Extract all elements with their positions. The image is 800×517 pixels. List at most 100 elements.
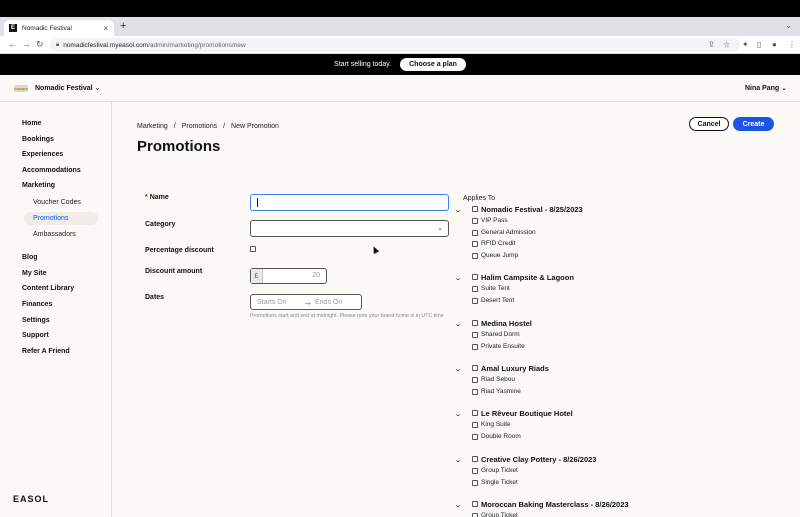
option-label: Queue Jump bbox=[481, 251, 519, 259]
option-label: Riad Yasmine bbox=[481, 387, 521, 395]
option-checkbox[interactable] bbox=[472, 241, 478, 247]
breadcrumb-marketing[interactable]: Marketing bbox=[137, 123, 168, 130]
expand-chevron-icon[interactable]: ⌄ bbox=[454, 501, 462, 509]
group-checkbox[interactable] bbox=[472, 456, 478, 462]
group-name: Moroccan Baking Masterclass - 8/26/2023 bbox=[481, 500, 629, 509]
extensions-icon[interactable]: ✦ bbox=[742, 40, 749, 49]
option-checkbox[interactable] bbox=[472, 252, 478, 259]
sidebar-item-finances[interactable]: Finances bbox=[22, 301, 52, 308]
group-checkbox[interactable] bbox=[472, 320, 478, 326]
side-panel-icon[interactable]: ▯ bbox=[757, 40, 761, 49]
brand-name: Nomadic Festival bbox=[35, 85, 93, 92]
breadcrumb-separator: / bbox=[223, 123, 226, 130]
category-select[interactable]: ⌄ bbox=[250, 220, 449, 237]
expand-chevron-icon[interactable]: ⌄ bbox=[454, 274, 462, 282]
option-checkbox[interactable] bbox=[472, 468, 478, 474]
profile-icon[interactable]: ● bbox=[772, 40, 777, 49]
expand-chevron-icon[interactable]: ⌄ bbox=[454, 365, 462, 373]
sidebar bbox=[0, 102, 112, 517]
expand-chevron-icon[interactable]: ⌄ bbox=[454, 456, 462, 464]
starts-on-input[interactable]: Starts On bbox=[257, 299, 287, 306]
discount-amount-input[interactable]: £ 20 bbox=[250, 268, 327, 284]
option-label: RFID Credit bbox=[481, 240, 516, 247]
expand-chevron-icon[interactable]: ⌄ bbox=[454, 206, 462, 214]
sidebar-item-support[interactable]: Support bbox=[22, 332, 49, 339]
easol-logo: EASOL bbox=[13, 494, 50, 504]
option-checkbox[interactable] bbox=[472, 513, 478, 517]
promo-text: Start selling today. bbox=[334, 61, 392, 68]
group-checkbox[interactable] bbox=[472, 365, 478, 371]
choose-plan-button[interactable]: Choose a plan bbox=[400, 58, 466, 71]
group-name: Halim Campsite & Lagoon bbox=[481, 273, 574, 282]
forward-icon[interactable]: → bbox=[22, 39, 31, 49]
option-checkbox[interactable] bbox=[472, 422, 478, 428]
group-name: Amal Luxury Riads bbox=[481, 364, 549, 373]
option-checkbox[interactable] bbox=[472, 332, 478, 338]
option-checkbox[interactable] bbox=[472, 479, 478, 486]
bookmark-star-icon[interactable]: ☆ bbox=[723, 40, 730, 49]
sidebar-item-accommodations[interactable]: Accommodations bbox=[22, 167, 81, 174]
url-input[interactable]: 🔒︎ nomadicfestival.myeasol.com/admin/mar… bbox=[50, 38, 740, 52]
brand-logo: NOMADIC bbox=[13, 85, 29, 92]
browser-tab[interactable]: E Nomadic Festival × bbox=[4, 20, 114, 36]
new-tab-icon[interactable]: + bbox=[120, 20, 126, 32]
sidebar-item-my-site[interactable]: My Site bbox=[22, 270, 47, 277]
sidebar-item-promotions[interactable]: Promotions bbox=[33, 215, 68, 222]
tab-search-icon[interactable]: ⌄ bbox=[785, 21, 792, 30]
reload-icon[interactable]: ↻ bbox=[36, 39, 44, 50]
mouse-cursor-icon bbox=[370, 245, 380, 254]
sidebar-item-bookings[interactable]: Bookings bbox=[22, 136, 54, 143]
group-checkbox[interactable] bbox=[472, 274, 478, 280]
close-tab-icon[interactable]: × bbox=[103, 24, 108, 33]
browser-menu-icon[interactable]: ⋮ bbox=[788, 40, 796, 49]
sidebar-item-experiences[interactable]: Experiences bbox=[22, 151, 63, 158]
address-bar: ← → ↻ 🔒︎ nomadicfestival.myeasol.com/adm… bbox=[0, 36, 800, 54]
option-checkbox[interactable] bbox=[472, 218, 478, 224]
brand-switcher[interactable]: Nomadic Festival ⌄ bbox=[35, 84, 100, 92]
applies-to-title: Applies To bbox=[463, 195, 496, 202]
expand-chevron-icon[interactable]: ⌄ bbox=[454, 320, 462, 328]
back-icon[interactable]: ← bbox=[8, 39, 17, 49]
option-checkbox[interactable] bbox=[472, 229, 478, 236]
option-checkbox[interactable] bbox=[472, 377, 478, 383]
option-label: Group Ticket bbox=[481, 467, 518, 474]
option-checkbox[interactable] bbox=[472, 297, 478, 304]
option-checkbox[interactable] bbox=[472, 388, 478, 395]
group-checkbox[interactable] bbox=[472, 410, 478, 416]
share-icon[interactable]: ⇪ bbox=[708, 40, 715, 49]
option-label: Double Room bbox=[481, 432, 521, 440]
percentage-checkbox[interactable] bbox=[250, 246, 256, 252]
url-path: /admin/marketing/promotions/new bbox=[148, 41, 246, 49]
sidebar-item-settings[interactable]: Settings bbox=[22, 317, 50, 324]
breadcrumb-promotions[interactable]: Promotions bbox=[182, 123, 217, 130]
sidebar-item-marketing[interactable]: Marketing bbox=[22, 182, 55, 189]
group-name: Creative Clay Pottery - 8/26/2023 bbox=[481, 455, 597, 464]
option-checkbox[interactable] bbox=[472, 343, 478, 350]
expand-chevron-icon[interactable]: ⌄ bbox=[454, 410, 462, 418]
sidebar-item-voucher-codes[interactable]: Voucher Codes bbox=[33, 199, 81, 206]
ends-on-input[interactable]: Ends On bbox=[315, 299, 342, 306]
group-checkbox[interactable] bbox=[472, 206, 478, 212]
option-label: Shared Dorm bbox=[481, 331, 520, 338]
sidebar-item-home[interactable]: Home bbox=[22, 120, 41, 127]
sidebar-item-blog[interactable]: Blog bbox=[22, 254, 38, 261]
date-range-picker[interactable]: Starts On → Ends On bbox=[250, 294, 362, 310]
sidebar-item-refer-a-friend[interactable]: Refer A Friend bbox=[22, 348, 70, 355]
create-button[interactable]: Create bbox=[733, 117, 774, 131]
text-caret bbox=[257, 198, 258, 207]
sidebar-item-ambassadors[interactable]: Ambassadors bbox=[33, 231, 76, 238]
arrow-right-icon: → bbox=[303, 297, 312, 307]
option-checkbox[interactable] bbox=[472, 433, 478, 440]
user-menu[interactable]: Nina Pang ⌄ bbox=[745, 84, 787, 92]
option-label: Riad Sebou bbox=[481, 376, 515, 383]
cancel-button[interactable]: Cancel bbox=[689, 117, 729, 131]
name-input[interactable] bbox=[250, 194, 449, 211]
sidebar-item-content-library[interactable]: Content Library bbox=[22, 285, 74, 292]
group-checkbox[interactable] bbox=[472, 501, 478, 507]
option-label: Desert Tent bbox=[481, 296, 515, 304]
tab-title: Nomadic Festival bbox=[22, 24, 72, 32]
option-label: Single Ticket bbox=[481, 478, 518, 486]
dates-hint: Promotions start and end at midnight. Pl… bbox=[250, 313, 444, 319]
amount-label: Discount amount bbox=[145, 268, 203, 275]
option-checkbox[interactable] bbox=[472, 286, 478, 292]
